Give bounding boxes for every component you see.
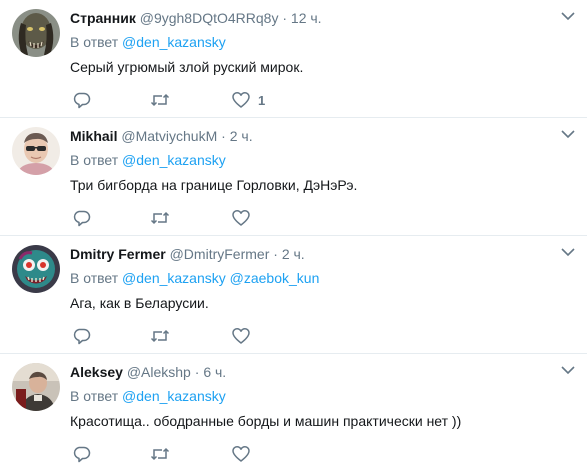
reply-icon [73, 210, 91, 227]
user-avatar[interactable] [12, 9, 60, 57]
display-name[interactable]: Aleksey [70, 364, 123, 380]
separator-dot: · [194, 364, 200, 380]
person-with-sunglasses-avatar-icon [12, 127, 60, 175]
like-count: 1 [258, 92, 266, 108]
like-button[interactable] [232, 326, 250, 346]
chevron-down-icon[interactable] [561, 129, 575, 139]
reply-button[interactable] [73, 326, 91, 346]
timestamp[interactable]: 12 ч. [291, 10, 322, 26]
reply-prefix: В ответ [70, 388, 119, 404]
reply-prefix: В ответ [70, 34, 119, 50]
display-name[interactable]: Mikhail [70, 128, 117, 144]
reply-button[interactable] [73, 208, 91, 228]
predator-avatar-icon [12, 9, 60, 57]
tweet-actions [70, 208, 370, 228]
display-name[interactable]: Dmitry Fermer [70, 246, 166, 262]
tweet-header: Aleksey @Alekshp · 6 ч. [70, 363, 226, 381]
photo-avatar-icon [12, 363, 60, 411]
mention-link[interactable]: @den_kazansky [122, 388, 226, 404]
zombie-avatar-icon [12, 245, 60, 293]
user-avatar[interactable] [12, 363, 60, 411]
chevron-down-icon[interactable] [561, 365, 575, 375]
retweet-button[interactable] [150, 326, 170, 346]
separator-dot: · [221, 128, 226, 144]
mention-link[interactable]: @den_kazansky [122, 270, 226, 286]
retweet-icon [150, 447, 170, 461]
tweet-text: Красотища.. ободранные борды и машин пра… [70, 413, 462, 429]
retweet-button[interactable] [150, 208, 170, 228]
chevron-down-icon[interactable] [561, 247, 575, 257]
user-handle[interactable]: @Alekshp [127, 364, 191, 380]
tweet-actions: 1 [70, 90, 370, 110]
like-button[interactable]: 1 [232, 90, 265, 110]
timestamp[interactable]: 2 ч. [230, 128, 253, 144]
tweet-text: Серый угрюмый злой руский мирок. [70, 59, 304, 75]
user-avatar[interactable] [12, 127, 60, 175]
tweet-header: Mikhail @MatviychukM · 2 ч. [70, 127, 253, 145]
user-handle[interactable]: @DmitryFermer [170, 246, 270, 262]
tweet-text: Три бигборда на границе Горловки, ДэНэРэ… [70, 177, 358, 193]
mention-link[interactable]: @den_kazansky [122, 34, 226, 50]
retweet-icon [150, 329, 170, 343]
reply-context: В ответ @den_kazansky [70, 151, 226, 169]
tweet-1[interactable]: Странник @9ygh8DQtO4RRq8y · 12 ч. В отве… [0, 0, 587, 118]
reply-icon [73, 446, 91, 463]
reply-button[interactable] [73, 90, 91, 110]
heart-icon [232, 210, 250, 226]
chevron-down-icon[interactable] [561, 11, 575, 21]
reply-button[interactable] [73, 444, 91, 464]
tweet-4[interactable]: Aleksey @Alekshp · 6 ч. В ответ @den_kaz… [0, 354, 587, 463]
timestamp[interactable]: 2 ч. [282, 246, 305, 262]
tweet-header: Странник @9ygh8DQtO4RRq8y · 12 ч. [70, 9, 322, 27]
retweet-button[interactable] [150, 90, 170, 110]
heart-icon [232, 446, 250, 462]
tweet-text: Ага, как в Беларусии. [70, 295, 209, 311]
timestamp[interactable]: 6 ч. [203, 364, 226, 380]
mention-link[interactable]: @zaebok_kun [230, 270, 320, 286]
separator-dot: · [273, 246, 278, 262]
tweet-actions [70, 444, 370, 464]
reply-context: В ответ @den_kazansky [70, 387, 226, 405]
retweet-icon [150, 93, 170, 107]
user-handle[interactable]: @MatviychukM [121, 128, 217, 144]
like-button[interactable] [232, 444, 250, 464]
display-name[interactable]: Странник [70, 10, 136, 26]
heart-icon [232, 92, 250, 108]
tweet-3[interactable]: Dmitry Fermer @DmitryFermer · 2 ч. В отв… [0, 236, 587, 354]
reply-context: В ответ @den_kazansky @zaebok_kun [70, 269, 319, 287]
tweet-actions [70, 326, 370, 346]
retweet-button[interactable] [150, 444, 170, 464]
user-handle[interactable]: @9ygh8DQtO4RRq8y [140, 10, 279, 26]
separator-dot: · [282, 10, 288, 26]
reply-context: В ответ @den_kazansky [70, 33, 226, 51]
reply-prefix: В ответ [70, 152, 119, 168]
tweet-2[interactable]: Mikhail @MatviychukM · 2 ч. В ответ @den… [0, 118, 587, 236]
mention-link[interactable]: @den_kazansky [122, 152, 226, 168]
tweet-header: Dmitry Fermer @DmitryFermer · 2 ч. [70, 245, 305, 263]
reply-icon [73, 328, 91, 345]
retweet-icon [150, 211, 170, 225]
reply-prefix: В ответ [70, 270, 119, 286]
like-button[interactable] [232, 208, 250, 228]
user-avatar[interactable] [12, 245, 60, 293]
heart-icon [232, 328, 250, 344]
reply-icon [73, 92, 91, 109]
